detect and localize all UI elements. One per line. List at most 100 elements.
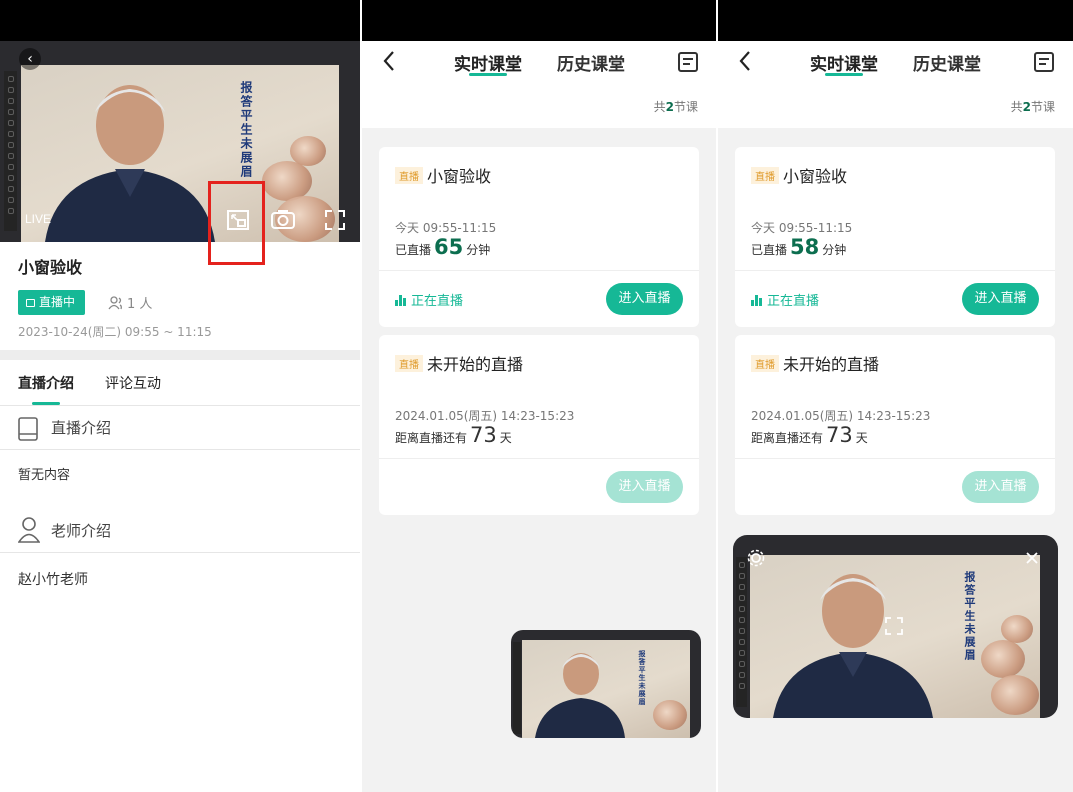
divider <box>0 552 360 553</box>
close-icon[interactable] <box>1026 552 1038 564</box>
stat-prefix: 距离直播还有 <box>751 431 824 445</box>
tab-intro[interactable]: 直播介绍 <box>18 373 74 393</box>
card-time: 今天 09:55-11:15 <box>395 221 497 235</box>
live-detail-panel: 报答平生未展眉 ‹ LIVE 小窗验收 直播中 1 人 2023-10-24(周… <box>0 0 360 792</box>
viewer-count-label: 1 人 <box>127 297 153 312</box>
divider <box>0 449 360 450</box>
live-label: LIVE <box>25 212 52 226</box>
settings-icon[interactable] <box>747 549 765 567</box>
calligraphy-text: 报答平生未展眉 <box>963 571 976 662</box>
section-gap <box>0 350 360 360</box>
card-time: 2024.01.05(周五) 14:23-15:23 <box>395 409 575 423</box>
tab-indicator <box>825 73 863 76</box>
live-tag: 直播 <box>395 355 423 372</box>
tab-comments[interactable]: 评论互动 <box>105 373 161 393</box>
stat-suffix: 天 <box>855 431 868 445</box>
count-number: 2 <box>1022 100 1031 114</box>
stat-prefix: 已直播 <box>395 243 432 257</box>
status-badge-label: 直播中 <box>39 295 76 309</box>
live-video-player[interactable]: 报答平生未展眉 ‹ LIVE <box>0 41 360 242</box>
count-prefix: 共 <box>653 100 666 114</box>
flower-decoration <box>262 161 312 201</box>
users-icon <box>108 296 122 310</box>
calendar-icon[interactable] <box>1034 52 1054 72</box>
whiteboard-toolbar <box>4 71 17 231</box>
count-suffix: 节课 <box>673 100 698 114</box>
tab-history-classes[interactable]: 历史课堂 <box>557 50 625 75</box>
tv-icon <box>26 299 35 307</box>
course-title: 小窗验收 <box>18 258 83 277</box>
intro-body: 暂无内容 <box>18 468 71 483</box>
fullscreen-icon[interactable] <box>885 617 903 635</box>
calligraphy-text: 报答平生未展眉 <box>239 81 253 179</box>
card-divider <box>735 270 1055 271</box>
highlight-annotation <box>208 181 265 265</box>
stat-suffix: 天 <box>499 431 512 445</box>
flower-decoration <box>290 136 326 166</box>
live-bars-icon <box>395 295 407 306</box>
live-bars-icon <box>751 295 763 306</box>
class-count: 共2节课 <box>1011 98 1055 115</box>
live-status-label: 正在直播 <box>767 294 820 309</box>
pip-window-large[interactable]: 报答平生未展眉 <box>733 535 1058 718</box>
calligraphy-text: 报答平生未展眉 <box>638 650 647 706</box>
whiteboard-toolbar <box>513 642 521 734</box>
enter-live-button[interactable]: 进入直播 <box>962 283 1039 315</box>
stat-number: 65 <box>434 235 464 259</box>
class-count: 共2节课 <box>654 98 698 115</box>
course-list-panel-small-pip: 实时课堂 历史课堂 共2节课 直播 小窗验收 今天 09:55-11:15 已直… <box>362 0 716 792</box>
card-divider <box>379 270 699 271</box>
live-status: 正在直播 <box>395 290 463 309</box>
pip-window-small[interactable]: 报答平生未展眉 <box>511 630 701 738</box>
chevron-left-icon[interactable] <box>738 50 752 78</box>
card-divider <box>735 458 1055 459</box>
stat-number: 58 <box>790 235 820 259</box>
card-title: 未开始的直播 <box>783 355 880 374</box>
count-number: 2 <box>665 100 674 114</box>
stat-prefix: 距离直播还有 <box>395 431 468 445</box>
calendar-icon[interactable] <box>678 52 698 72</box>
status-bar <box>0 0 360 41</box>
flower-decoration <box>981 640 1025 678</box>
stat-suffix: 分钟 <box>466 243 491 257</box>
enter-live-button-disabled: 进入直播 <box>962 471 1039 503</box>
tab-history-classes[interactable]: 历史课堂 <box>913 50 981 75</box>
book-icon <box>18 417 38 441</box>
live-status: 正在直播 <box>751 290 819 309</box>
flower-decoration <box>991 675 1039 715</box>
chevron-left-icon[interactable] <box>382 50 396 78</box>
live-class-card[interactable]: 直播 小窗验收 今天 09:55-11:15 已直播 65 分钟 正在直播 进入直播 <box>379 147 699 327</box>
card-stat: 已直播 65 分钟 <box>395 235 490 259</box>
live-tag: 直播 <box>751 355 779 372</box>
card-stat: 距离直播还有 73 天 <box>395 423 512 447</box>
upcoming-class-card[interactable]: 直播 未开始的直播 2024.01.05(周五) 14:23-15:23 距离直… <box>379 335 699 515</box>
teacher-heading-label: 老师介绍 <box>51 522 112 540</box>
stat-suffix: 分钟 <box>822 243 847 257</box>
status-bar <box>362 0 716 41</box>
teacher-name: 赵小竹老师 <box>18 572 88 588</box>
upcoming-class-card[interactable]: 直播 未开始的直播 2024.01.05(周五) 14:23-15:23 距离直… <box>735 335 1055 515</box>
back-icon[interactable]: ‹ <box>19 48 41 70</box>
stat-number: 73 <box>826 423 853 447</box>
intro-section-heading: 直播介绍 <box>18 417 111 445</box>
card-stat: 已直播 58 分钟 <box>751 235 846 259</box>
card-divider <box>379 458 699 459</box>
intro-heading-label: 直播介绍 <box>51 419 112 437</box>
status-badge: 直播中 <box>18 290 85 315</box>
tab-live-classes[interactable]: 实时课堂 <box>810 50 878 75</box>
presenter-image <box>773 574 933 718</box>
flower-decoration <box>1001 615 1033 643</box>
fullscreen-icon[interactable] <box>325 210 345 230</box>
tab-live-classes[interactable]: 实时课堂 <box>454 50 522 75</box>
camera-icon[interactable] <box>271 209 295 229</box>
live-tag: 直播 <box>751 167 779 184</box>
stat-prefix: 已直播 <box>751 243 788 257</box>
enter-live-button[interactable]: 进入直播 <box>606 283 683 315</box>
live-class-card[interactable]: 直播 小窗验收 今天 09:55-11:15 已直播 58 分钟 正在直播 进入直播 <box>735 147 1055 327</box>
card-time: 今天 09:55-11:15 <box>751 221 853 235</box>
live-status-label: 正在直播 <box>411 294 464 309</box>
count-suffix: 节课 <box>1030 100 1055 114</box>
tab-indicator <box>469 73 507 76</box>
stat-number: 73 <box>470 423 497 447</box>
teacher-section-heading: 老师介绍 <box>17 517 111 547</box>
